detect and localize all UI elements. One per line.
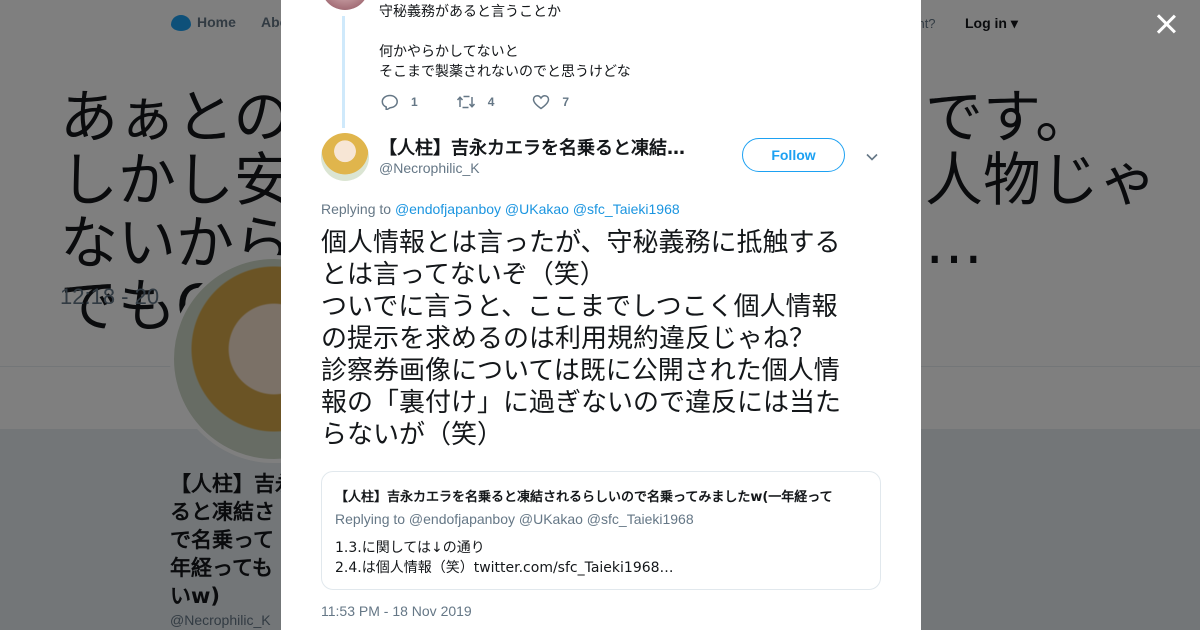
close-icon[interactable] (1152, 10, 1180, 38)
quoted-tweet-text: 1.3.に関しては↓の通り 2.4.は個人情報（笑）twitter.com/sf… (335, 540, 674, 576)
quoted-tweet[interactable]: 【人柱】吉永カエラを名乗ると凍結されるらしいので名乗ってみましたw(一年経って … (321, 471, 881, 590)
thread-line (342, 16, 345, 128)
quoted-tweet-replying: Replying to @endofjapanboy @UKakao @sfc_… (335, 511, 694, 527)
tweet-timestamp[interactable]: 11:53 PM - 18 Nov 2019 (321, 603, 472, 619)
like-button[interactable]: 7 (532, 94, 569, 110)
author-handle[interactable]: @Necrophilic_K (379, 160, 480, 176)
author-name[interactable]: 【人柱】吉永カエラを名乗ると凍結… (379, 134, 685, 160)
previous-tweet-text: 守秘義務があると言うことか 何かやらかしてないと そこまで製薬されないのでと思う… (379, 4, 631, 80)
like-icon (533, 94, 550, 110)
mention-link[interactable]: @UKakao (505, 201, 569, 217)
previous-tweet-avatar[interactable] (321, 0, 369, 10)
previous-tweet-actions: 1 4 7 (381, 92, 607, 112)
retweet-count: 4 (487, 95, 495, 109)
tweet-modal: 守秘義務があると言うことか 何かやらかしてないと そこまで製薬されないのでと思う… (281, 0, 921, 630)
author-avatar[interactable] (321, 133, 369, 181)
mention-link[interactable]: @endofjapanboy (395, 201, 501, 217)
mention-link[interactable]: @sfc_Taieki1968 (573, 201, 680, 217)
retweet-button[interactable]: 4 (456, 94, 495, 110)
reply-count: 1 (411, 95, 418, 109)
like-count: 7 (562, 95, 570, 109)
follow-button[interactable]: Follow (742, 138, 845, 172)
reply-button[interactable]: 1 (381, 94, 418, 110)
tweet-text: 個人情報とは言ったが、守秘義務に抵触する とは言ってないぞ（笑） ついでに言うと… (321, 228, 842, 450)
reply-icon (381, 94, 398, 110)
retweet-icon (456, 95, 475, 109)
chevron-down-icon[interactable] (865, 150, 879, 164)
replying-to: Replying to @endofjapanboy @UKakao @sfc_… (321, 201, 680, 217)
quoted-tweet-author: 【人柱】吉永カエラを名乗ると凍結されるらしいので名乗ってみましたw(一年経って (335, 490, 833, 505)
